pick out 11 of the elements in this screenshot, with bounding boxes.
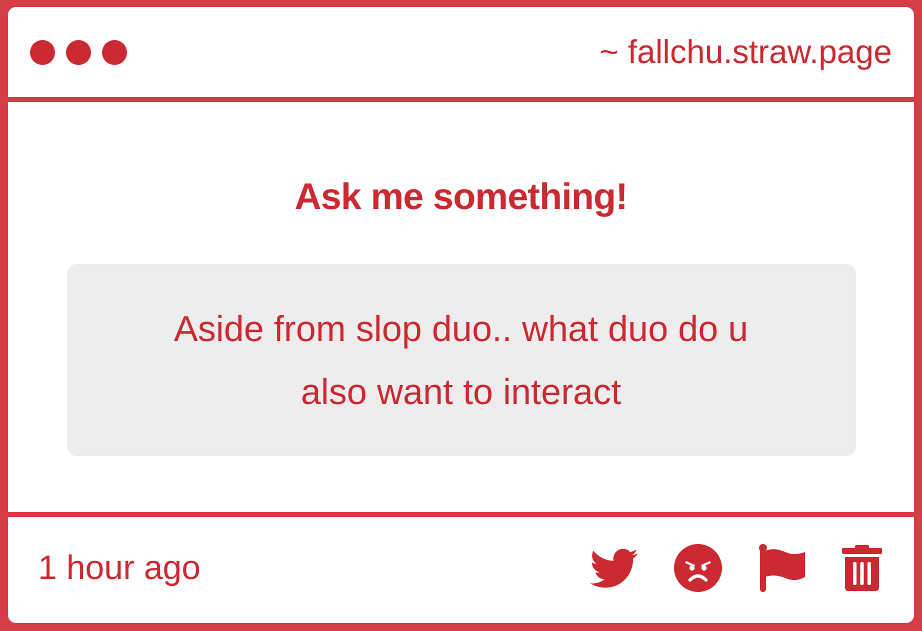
trash-icon[interactable] [842,545,882,591]
dot-icon [102,40,127,64]
page-address: ~ fallchu.straw.page [599,33,892,71]
dot-icon [66,40,91,64]
bird-icon[interactable] [590,548,638,588]
heading: Ask me something! [294,175,628,219]
timestamp: 1 hour ago [38,548,201,588]
question-text: Aside from slop duo.. what duo do u also want to interact [66,264,856,456]
dot-icon [30,40,55,64]
flag-icon[interactable] [758,544,806,592]
angry-face-icon[interactable] [674,544,722,592]
